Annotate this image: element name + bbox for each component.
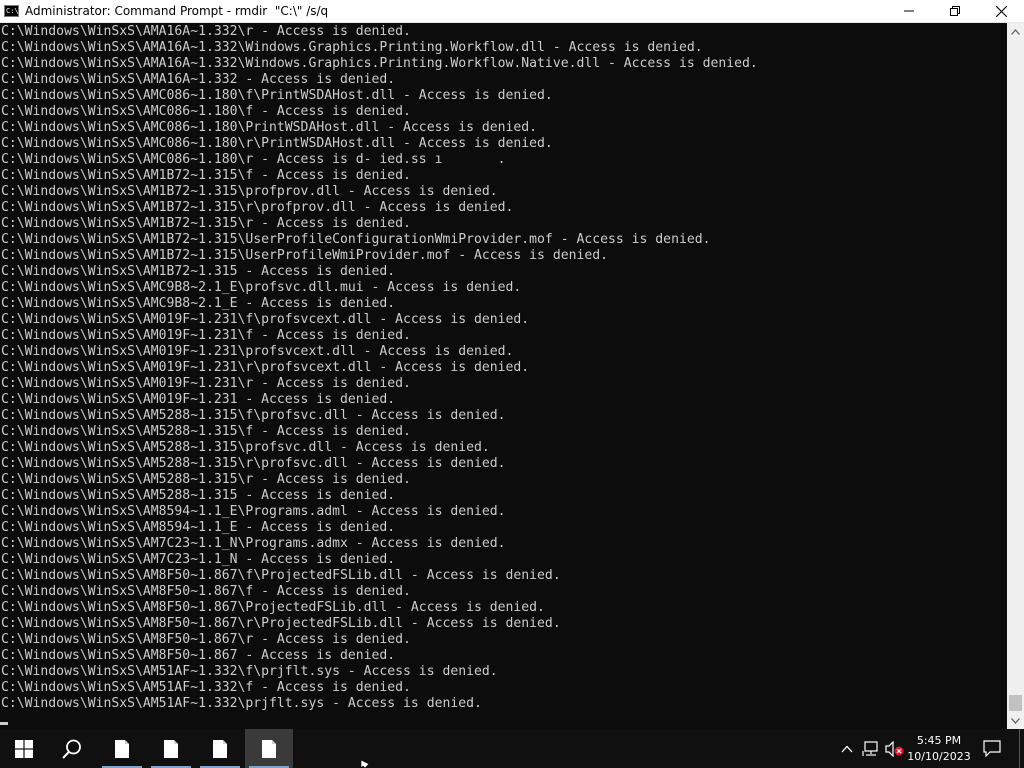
console-line: C:\Windows\WinSxS\AM019F~1.231\r - Acces… — [1, 376, 411, 391]
clock-date: 10/10/2023 — [907, 749, 971, 763]
vertical-scrollbar[interactable] — [1007, 23, 1024, 729]
console-line: C:\Windows\WinSxS\AM5288~1.315 - Access … — [1, 488, 396, 503]
start-button[interactable] — [0, 729, 48, 768]
notification-icon — [983, 740, 1001, 757]
console-line: C:\Windows\WinSxS\AM1B72~1.315\UserProfi… — [1, 248, 608, 263]
console-line: C:\Windows\WinSxS\AM5288~1.315\profsvc.d… — [1, 440, 490, 455]
clock-time: 5:45 PM — [916, 733, 962, 747]
console-line: C:\Windows\WinSxS\AMA16A~1.332\r - Acces… — [1, 24, 411, 39]
minimize-button[interactable] — [886, 0, 932, 23]
console-line: C:\Windows\WinSxS\AMC9B8~2.1_E\profsvc.d… — [1, 280, 522, 295]
search-button[interactable] — [48, 729, 96, 768]
console-line: C:\Windows\WinSxS\AM7C23~1.1_N - Access … — [1, 552, 396, 567]
console-line: C:\Windows\WinSxS\AM51AF~1.332\prjflt.sy… — [1, 696, 482, 711]
console-line: C:\Windows\WinSxS\AM5288~1.315\r - Acces… — [1, 472, 411, 487]
taskbar-app-3[interactable] — [196, 729, 244, 768]
title-bar[interactable]: C:\ Administrator: Command Prompt - rmdi… — [0, 0, 1024, 23]
taskbar-app-2[interactable] — [147, 729, 195, 768]
console-text: C:\Windows\WinSxS\AMA16A~1.332\r - Acces… — [1, 24, 758, 712]
console-line: C:\Windows\WinSxS\AMC086~1.180\f\PrintWS… — [1, 88, 553, 103]
console-line: C:\Windows\WinSxS\AM5288~1.315\r\profsvc… — [1, 456, 506, 471]
chevron-down-icon — [1011, 717, 1020, 724]
minimize-icon — [904, 10, 914, 12]
chevron-up-icon — [1011, 28, 1020, 35]
console-line: C:\Windows\WinSxS\AM1B72~1.315\f - Acces… — [1, 168, 411, 183]
console-line: C:\Windows\WinSxS\AMC086~1.180\r\PrintWS… — [1, 136, 553, 151]
close-button[interactable] — [978, 0, 1024, 23]
volume-button[interactable] — [884, 729, 906, 768]
console-line: C:\Windows\WinSxS\AM8F50~1.867 - Access … — [1, 648, 396, 663]
mouse-pointer-icon — [360, 760, 370, 768]
document-icon — [213, 739, 227, 758]
console-line: C:\Windows\WinSxS\AM51AF~1.332\f - Acces… — [1, 680, 411, 695]
network-icon — [862, 740, 878, 756]
console-line: C:\Windows\WinSxS\AM019F~1.231\profsvcex… — [1, 344, 514, 359]
console-line: C:\Windows\WinSxS\AM8F50~1.867\f\Project… — [1, 568, 561, 583]
volume-muted-icon — [885, 740, 904, 757]
console-line: C:\Windows\WinSxS\AM51AF~1.332\f\prjflt.… — [1, 664, 498, 679]
close-icon — [995, 5, 1007, 17]
console-line: C:\Windows\WinSxS\AMA16A~1.332\Windows.G… — [1, 40, 703, 55]
console-line: C:\Windows\WinSxS\AMC086~1.180\PrintWSDA… — [1, 120, 538, 135]
taskbar-app-1[interactable] — [98, 729, 146, 768]
console-line: C:\Windows\WinSxS\AM019F~1.231\f\profsvc… — [1, 312, 530, 327]
scroll-down-button[interactable] — [1007, 712, 1024, 729]
console-line: C:\Windows\WinSxS\AMC086~1.180\r - Acces… — [1, 152, 506, 167]
console-line: C:\Windows\WinSxS\AM7C23~1.1_N\Programs.… — [1, 536, 506, 551]
restore-icon — [950, 6, 960, 16]
console-line: C:\Windows\WinSxS\AM8F50~1.867\r\Project… — [1, 616, 561, 631]
window-title: Administrator: Command Prompt - rmdir "C… — [25, 4, 329, 18]
taskbar-app-4-active[interactable] — [245, 729, 293, 768]
console-line: C:\Windows\WinSxS\AMC086~1.180\f - Acces… — [1, 104, 411, 119]
console-line: C:\Windows\WinSxS\AM8F50~1.867\r - Acces… — [1, 632, 411, 647]
scrollbar-thumb[interactable] — [1009, 695, 1022, 711]
chevron-up-icon — [841, 745, 853, 752]
console-line: C:\Windows\WinSxS\AM8F50~1.867\Projected… — [1, 600, 545, 615]
console-line: C:\Windows\WinSxS\AM8594~1.1_E - Access … — [1, 520, 396, 535]
document-icon — [115, 739, 129, 758]
console-line: C:\Windows\WinSxS\AMA16A~1.332 - Access … — [1, 72, 396, 87]
taskbar: 5:45 PM 10/10/2023 — [0, 729, 1024, 768]
console-line: C:\Windows\WinSxS\AM1B72~1.315 - Access … — [1, 264, 396, 279]
document-icon — [164, 739, 178, 758]
console-line: C:\Windows\WinSxS\AM5288~1.315\f\profsvc… — [1, 408, 506, 423]
console-line: C:\Windows\WinSxS\AM1B72~1.315\r - Acces… — [1, 216, 411, 231]
document-icon — [262, 739, 276, 758]
network-button[interactable] — [860, 729, 882, 768]
show-desktop-button[interactable] — [1019, 729, 1024, 768]
console-line: C:\Windows\WinSxS\AM019F~1.231\f - Acces… — [1, 328, 411, 343]
console-line: C:\Windows\WinSxS\AMA16A~1.332\Windows.G… — [1, 56, 758, 71]
search-icon — [62, 739, 81, 759]
console-line: C:\Windows\WinSxS\AM019F~1.231 - Access … — [1, 392, 396, 407]
scroll-up-button[interactable] — [1007, 23, 1024, 40]
show-hidden-icons-button[interactable] — [838, 729, 856, 768]
action-center-button[interactable] — [978, 729, 1006, 768]
clock[interactable]: 5:45 PM 10/10/2023 — [904, 729, 974, 768]
windows-logo-icon — [15, 739, 33, 758]
text-cursor — [0, 722, 8, 725]
restore-button[interactable] — [932, 0, 978, 23]
console-line: C:\Windows\WinSxS\AM019F~1.231\r\profsvc… — [1, 360, 530, 375]
console-line: C:\Windows\WinSxS\AM1B72~1.315\r\profpro… — [1, 200, 514, 215]
console-output[interactable]: C:\Windows\WinSxS\AMA16A~1.332\r - Acces… — [0, 23, 1007, 729]
console-line: C:\Windows\WinSxS\AM1B72~1.315\profprov.… — [1, 184, 498, 199]
console-line: C:\Windows\WinSxS\AM8F50~1.867\f - Acces… — [1, 584, 411, 599]
console-line: C:\Windows\WinSxS\AMC9B8~2.1_E - Access … — [1, 296, 396, 311]
command-prompt-icon[interactable]: C:\ — [4, 5, 19, 17]
console-line: C:\Windows\WinSxS\AM1B72~1.315\UserProfi… — [1, 232, 711, 247]
console-line: C:\Windows\WinSxS\AM8594~1.1_E\Programs.… — [1, 504, 506, 519]
console-line: C:\Windows\WinSxS\AM5288~1.315\f - Acces… — [1, 424, 411, 439]
